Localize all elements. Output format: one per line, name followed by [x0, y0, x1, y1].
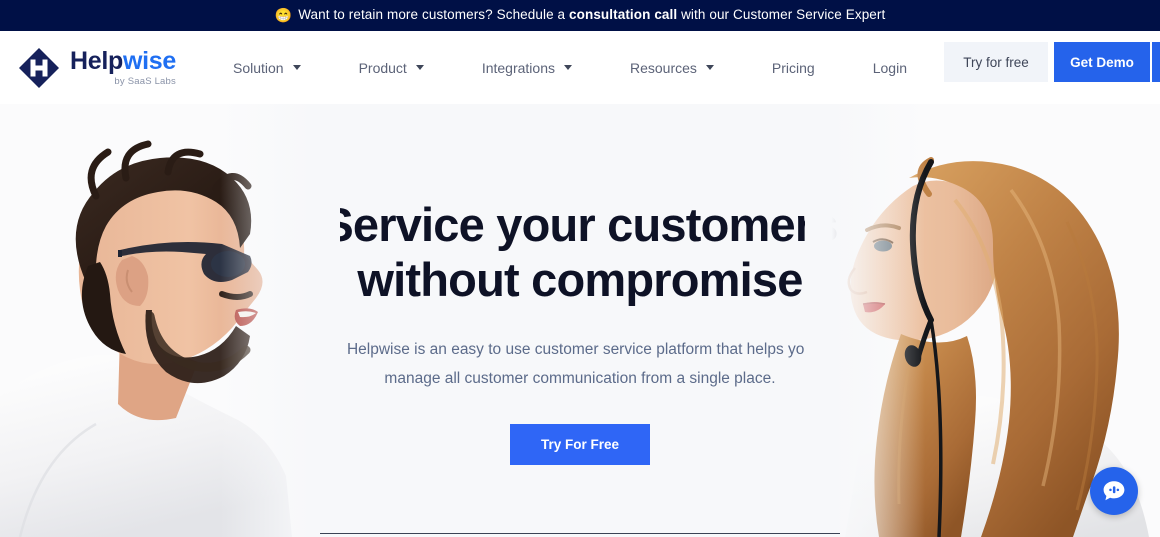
logo-tagline: by SaaS Labs — [114, 75, 176, 87]
nav-item-login-label: Login — [872, 59, 907, 76]
chevron-down-icon — [705, 65, 714, 70]
hero-image-right-fade — [805, 104, 925, 537]
announcement-text: 😁 Want to retain more customers? Schedule… — [275, 7, 886, 24]
chevron-down-icon — [564, 65, 572, 70]
page-title: Service your customers without compromis… — [0, 198, 1160, 308]
logo-name-wise: wise — [122, 46, 176, 75]
hero-content: Service your customers without compromis… — [0, 104, 1160, 466]
nav-item-resources[interactable]: Resources — [630, 60, 714, 76]
hero-subtitle-line-1: Helpwise is an easy to use customer serv… — [346, 340, 814, 358]
announcement-text-after: with our Customer Service Expert — [677, 7, 886, 22]
nav-item-resources-label: Resources — [630, 59, 697, 76]
nav-item-product[interactable]: Product — [359, 60, 424, 76]
hero-title-line-1: Service your customers — [322, 198, 838, 251]
nav-item-pricing-label: Pricing — [771, 59, 815, 76]
hero-try-for-free-button[interactable]: Try For Free — [510, 424, 650, 466]
nav-item-solution[interactable]: Solution — [233, 60, 301, 76]
nav-item-integrations[interactable]: Integrations — [482, 60, 572, 76]
hero-section: Service your customers without compromis… — [0, 104, 1160, 537]
offscreen-blue-element[interactable] — [1152, 42, 1160, 82]
chevron-down-icon — [415, 65, 424, 70]
nav-item-login[interactable]: Login — [873, 60, 907, 76]
logo-home-link[interactable]: Helpwise by SaaS Labs — [17, 46, 176, 90]
main-navigation: Solution Product Integrations Resources … — [233, 60, 907, 76]
nav-item-pricing[interactable]: Pricing — [772, 60, 815, 76]
nav-item-product-label: Product — [358, 59, 407, 76]
grinning-face-emoji: 😁 — [274, 7, 293, 23]
chat-bubble-icon — [1103, 481, 1125, 501]
nav-item-solution-label: Solution — [232, 59, 284, 76]
consultation-call-link[interactable]: consultation call — [569, 7, 677, 22]
announcement-text-before: Want to retain more customers? Schedule … — [298, 7, 570, 22]
announcement-banner[interactable]: 😁 Want to retain more customers? Schedule… — [0, 0, 1160, 31]
header-actions: Try for free Get Demo — [944, 42, 1160, 82]
logo-name-help: Help — [70, 46, 123, 75]
get-demo-button[interactable]: Get Demo — [1054, 42, 1150, 82]
helpwise-diamond-logo-icon — [17, 46, 61, 90]
chevron-down-icon — [292, 65, 301, 70]
hero-divider — [320, 532, 840, 534]
logo-wordmark: Helpwise by SaaS Labs — [70, 46, 176, 87]
hero-image-left-fade — [220, 104, 340, 537]
hero-title-line-2: without compromise — [357, 252, 803, 306]
logo-name: Helpwise — [70, 46, 176, 75]
chat-widget-button[interactable] — [1090, 467, 1138, 515]
hero-subtitle-line-2: manage all customer communication from a… — [384, 369, 776, 387]
nav-item-integrations-label: Integrations — [481, 59, 555, 76]
site-header: Helpwise by SaaS Labs Solution Product I… — [0, 31, 1160, 104]
try-for-free-button[interactable]: Try for free — [944, 42, 1048, 82]
hero-subtitle: Helpwise is an easy to use customer serv… — [330, 336, 830, 393]
